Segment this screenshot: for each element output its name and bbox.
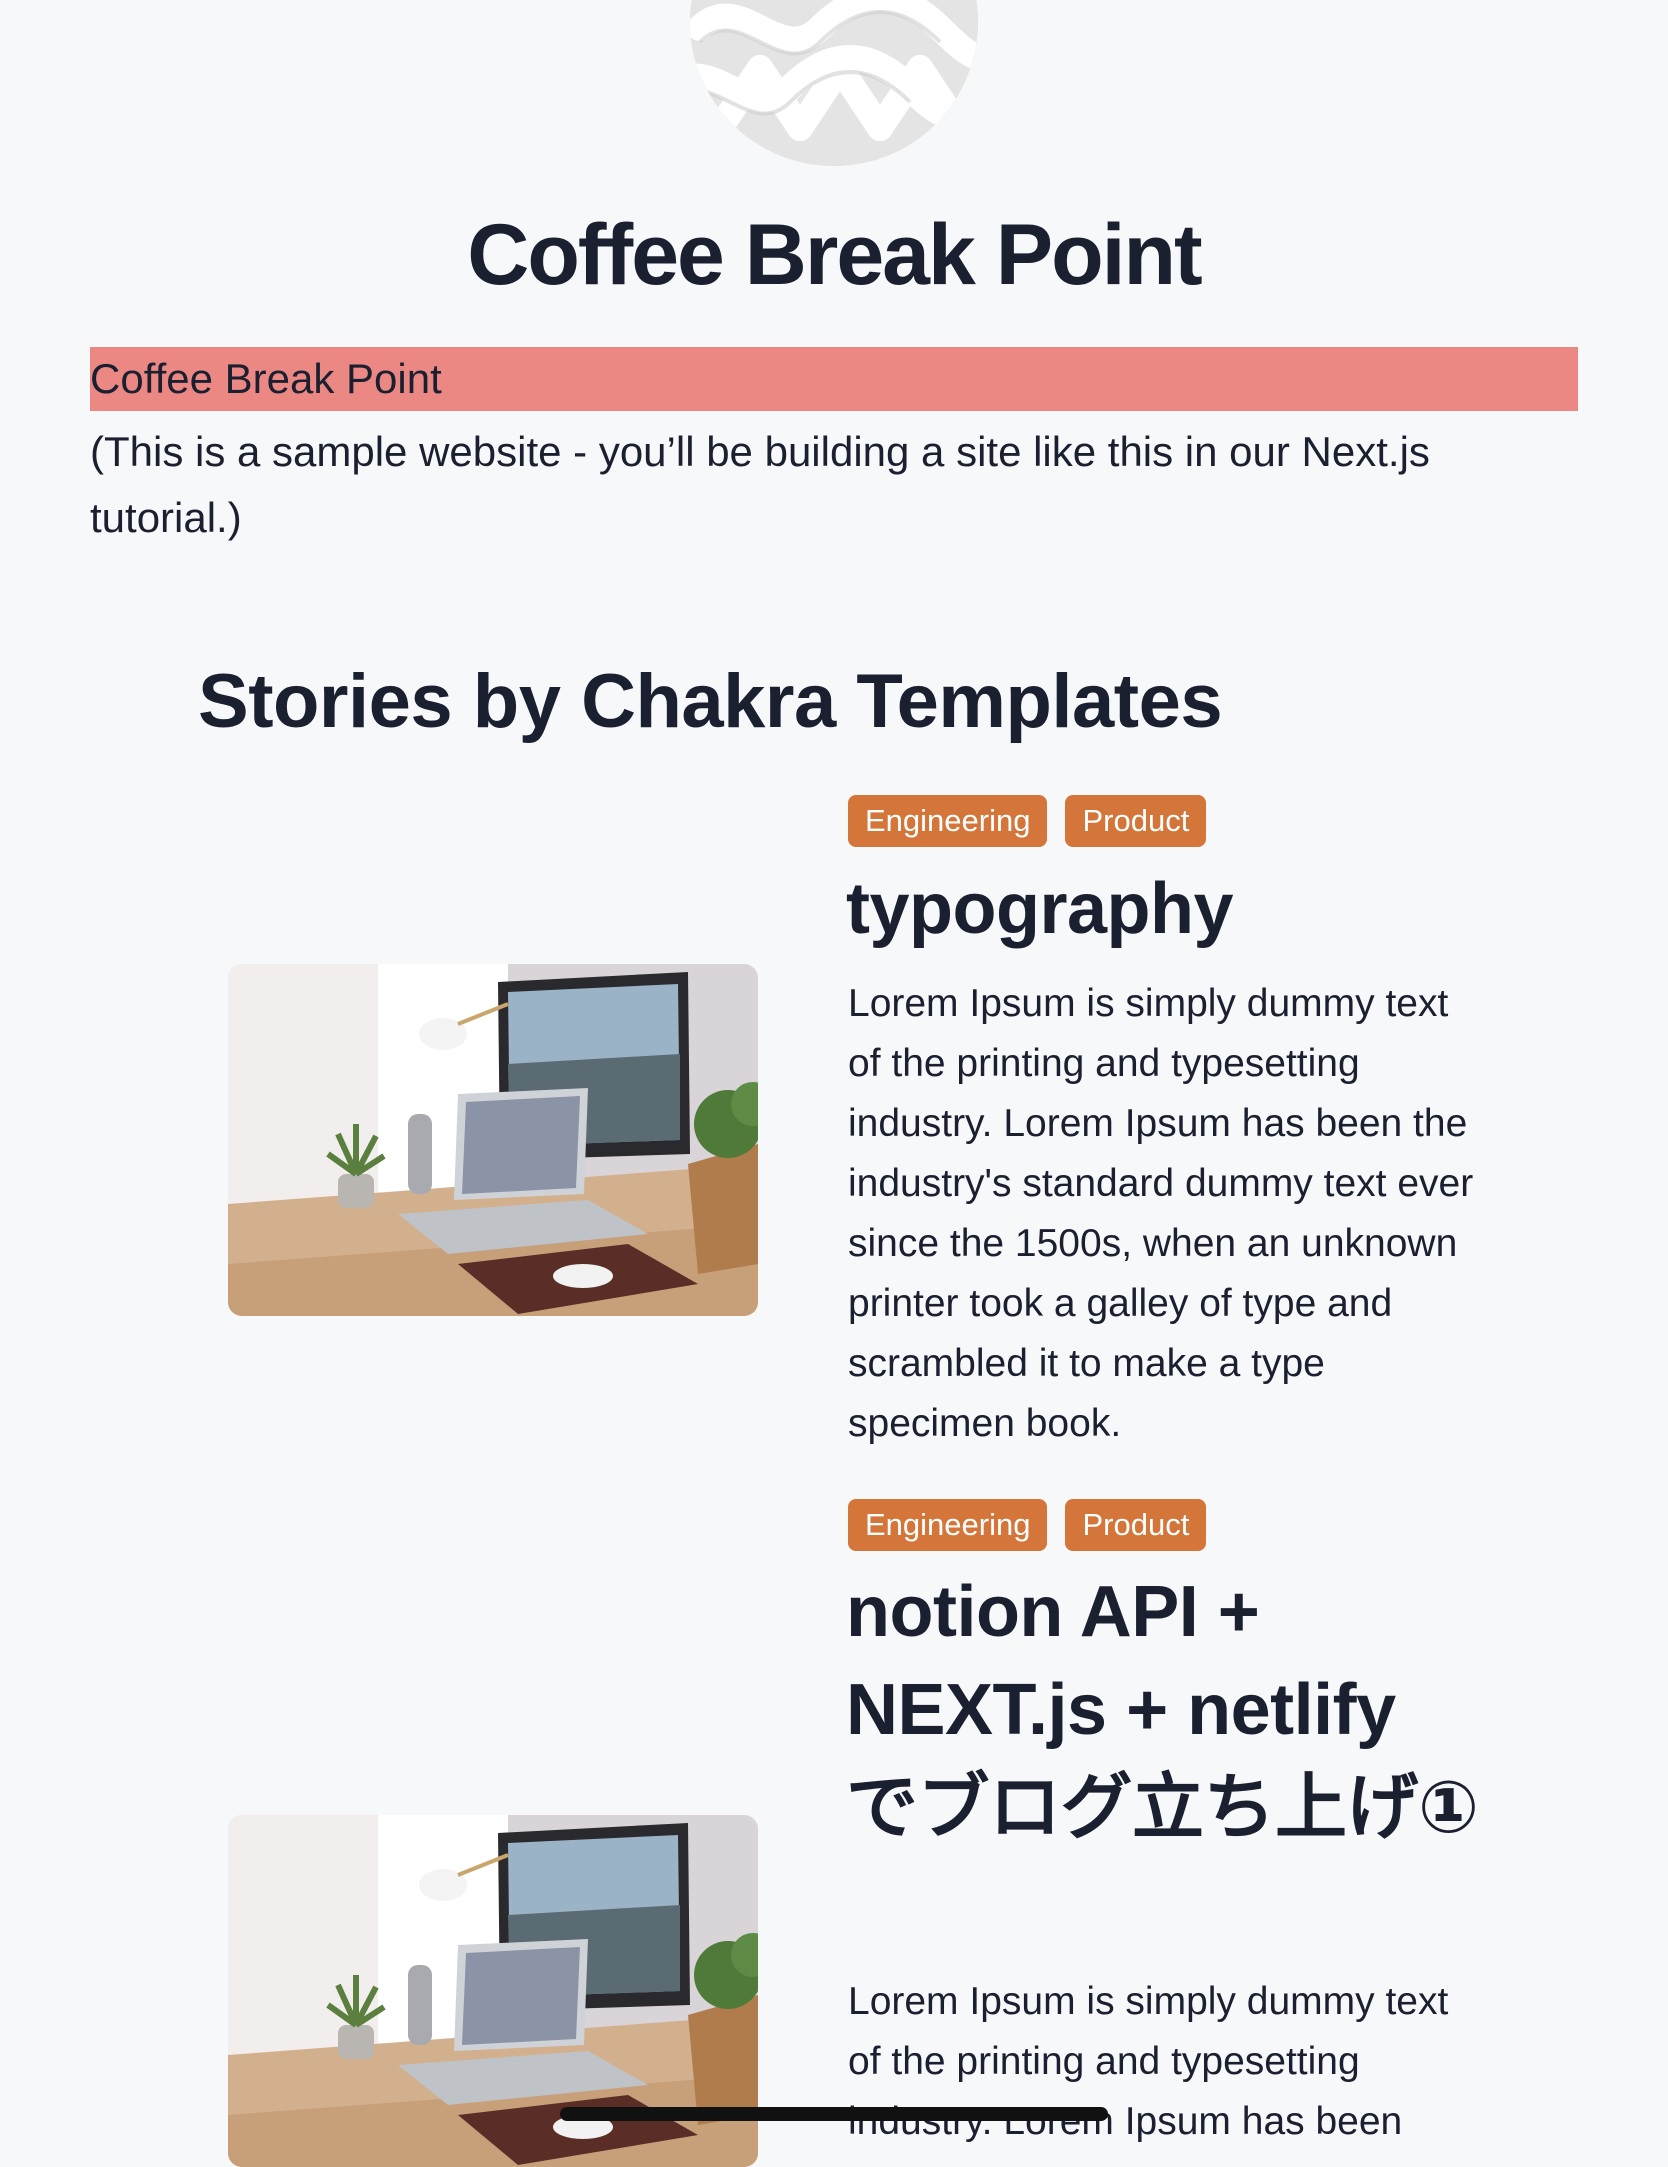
tag-product[interactable]: Product — [1065, 1499, 1207, 1551]
story-tags: Engineering Product — [848, 1499, 1207, 1551]
story-tags: Engineering Product — [848, 795, 1207, 847]
highlight-banner-text: Coffee Break Point — [90, 355, 442, 402]
tag-engineering[interactable]: Engineering — [848, 795, 1048, 847]
home-indicator[interactable] — [560, 2107, 1108, 2121]
story-title[interactable]: typography — [846, 860, 1486, 958]
story-title[interactable]: notion API + NEXT.js + netlify でブログ立ち上げ① — [846, 1563, 1486, 1857]
intro-text: (This is a sample website - you’ll be bu… — [90, 428, 1430, 541]
story-body: Lorem Ipsum is simply dummy text of the … — [848, 1980, 1449, 2143]
story-image[interactable] — [228, 964, 758, 1316]
avatar — [690, 0, 978, 166]
site-title: Coffee Break Point — [467, 207, 1202, 303]
desk-workspace-photo-icon — [228, 964, 758, 1316]
tag-product[interactable]: Product — [1065, 795, 1207, 847]
story-body: Lorem Ipsum is simply dummy text of the … — [848, 982, 1474, 1445]
tag-engineering[interactable]: Engineering — [848, 1499, 1048, 1551]
section-heading: Stories by Chakra Templates — [198, 659, 1223, 744]
